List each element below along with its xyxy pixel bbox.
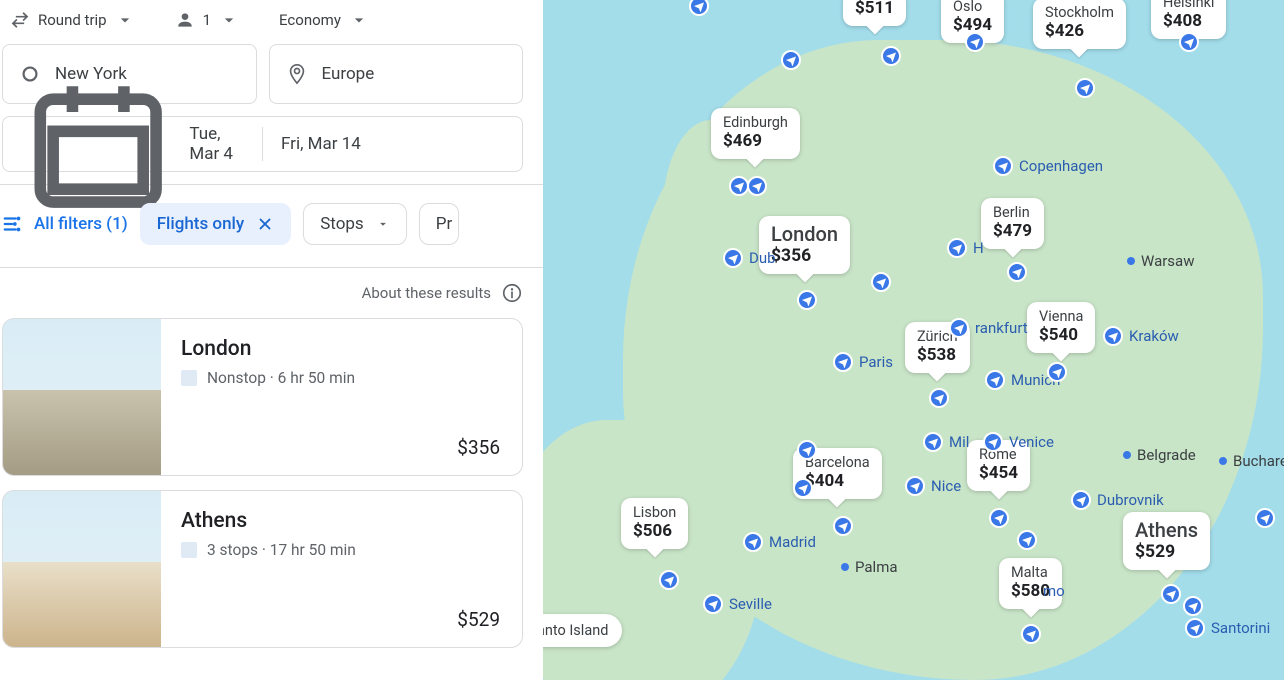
result-card-athens[interactable]: Athens 3 stops · 17 hr 50 min $529 [2, 490, 523, 648]
map-pin[interactable] [793, 478, 813, 498]
swap-icon [10, 10, 30, 30]
chevron-down-icon [376, 217, 390, 231]
result-price: $356 [457, 436, 500, 459]
map-pin[interactable] [871, 272, 891, 292]
map-pin-krakow[interactable]: Kraków [1103, 326, 1179, 346]
result-city: Athens [181, 509, 502, 533]
map-pin-santorini[interactable]: Santorini [1185, 618, 1270, 638]
cabin-selector[interactable]: Economy [273, 6, 375, 34]
passenger-count: 1 [203, 11, 211, 29]
map-pin[interactable] [1047, 362, 1067, 382]
destination-value: Europe [322, 64, 375, 84]
destination-input[interactable]: Europe [269, 44, 524, 104]
chip-stops-label: Stops [320, 214, 364, 234]
map-pin[interactable] [881, 46, 901, 66]
map-pin-copenhagen[interactable]: Copenhagen [993, 156, 1103, 176]
map-pin[interactable] [659, 570, 679, 590]
map-pin[interactable] [1017, 530, 1037, 550]
cabin-label: Economy [279, 11, 341, 29]
trip-type-label: Round trip [38, 11, 107, 29]
map-pin[interactable] [1007, 262, 1027, 282]
map-pin-hamburg[interactable]: H [947, 238, 984, 258]
map-pin[interactable] [797, 290, 817, 310]
date-range-input[interactable]: Tue, Mar 4 Fri, Mar 14 [2, 116, 523, 172]
map-tag-lisbon[interactable]: Lisbon$506 [621, 498, 688, 549]
map-pin[interactable] [1075, 78, 1095, 98]
map-pin[interactable] [1183, 596, 1203, 616]
map-label-belgrade: Belgrade [1123, 446, 1196, 464]
map-pin[interactable] [689, 0, 709, 16]
close-icon[interactable] [256, 215, 274, 233]
map-pin[interactable] [1179, 32, 1199, 52]
result-thumbnail [3, 319, 161, 476]
calendar-icon [21, 67, 175, 221]
chip-price[interactable]: Pr [419, 203, 460, 245]
map-label-warsaw: Warsaw [1127, 252, 1194, 270]
map-pin[interactable] [781, 50, 801, 70]
map-pin-dubrovnik[interactable]: Dubrovnik [1071, 490, 1164, 510]
chevron-down-icon [115, 10, 135, 30]
all-filters-label: All filters (1) [34, 214, 128, 234]
map-tag-athens[interactable]: Athens$529 [1123, 512, 1210, 570]
airline-icon [181, 542, 197, 558]
result-card-london[interactable]: London Nonstop · 6 hr 50 min $356 [2, 318, 523, 476]
map-label-bucharest: Bucharest [1219, 452, 1284, 470]
map-tag-santo[interactable]: anto Island [543, 614, 622, 647]
map-pin-madrid[interactable]: Madrid [743, 532, 816, 552]
search-panel: Round trip 1 Economy New York Europe [0, 0, 543, 680]
map-pin-mo[interactable]: mo [1043, 582, 1065, 600]
airline-icon [181, 370, 197, 386]
filter-icon [2, 213, 24, 235]
result-price: $529 [457, 608, 500, 631]
chip-price-label: Pr [436, 214, 453, 234]
map-tag-stockholm[interactable]: Stockholm$426 [1033, 0, 1126, 49]
return-date[interactable]: Fri, Mar 14 [263, 134, 522, 154]
map-pin-paris[interactable]: Paris [833, 352, 893, 372]
map-pin-milan[interactable]: Mil [923, 432, 969, 452]
chevron-down-icon [349, 10, 369, 30]
map-tag-berlin[interactable]: Berlin$479 [981, 198, 1044, 249]
map-pin[interactable] [729, 176, 749, 196]
map-pin-seville[interactable]: Seville [703, 594, 772, 614]
map-pin[interactable] [1255, 508, 1275, 528]
chevron-down-icon [219, 10, 239, 30]
depart-date[interactable]: Tue, Mar 4 [3, 67, 262, 221]
about-results-text: About these results [362, 284, 491, 302]
map-tag-vienna[interactable]: Vienna$540 [1027, 302, 1095, 353]
result-thumbnail [3, 491, 161, 648]
passengers-selector[interactable]: 1 [169, 6, 245, 34]
map-tag[interactable]: $511 [843, 0, 906, 26]
return-date-value: Fri, Mar 14 [281, 134, 361, 154]
map-pin-frankfurt[interactable]: rankfurt [949, 318, 1028, 338]
map-pin-nice[interactable]: Nice [905, 476, 961, 496]
chip-flights-only-label: Flights only [157, 214, 245, 234]
map-pin[interactable] [747, 176, 767, 196]
map-label-palma: Palma [841, 558, 898, 576]
info-icon[interactable] [501, 282, 523, 304]
map-pin[interactable] [989, 508, 1009, 528]
depart-date-value: Tue, Mar 4 [189, 124, 244, 164]
location-icon [286, 63, 308, 85]
all-filters-button[interactable]: All filters (1) [2, 213, 128, 235]
result-summary: Nonstop · 6 hr 50 min [181, 369, 502, 387]
map-pin[interactable] [833, 516, 853, 536]
map-pin[interactable] [1021, 624, 1041, 644]
result-city: London [181, 337, 502, 361]
map[interactable]: $511 Oslo$494 Stockholm$426 Helsinki$408… [543, 0, 1284, 680]
map-tag-edinburgh[interactable]: Edinburgh$469 [711, 108, 800, 159]
map-pin[interactable] [797, 440, 817, 460]
map-pin[interactable] [1161, 584, 1181, 604]
map-pin[interactable] [929, 388, 949, 408]
person-icon [175, 10, 195, 30]
chip-stops[interactable]: Stops [303, 203, 407, 245]
chip-flights-only[interactable]: Flights only [140, 203, 292, 245]
trip-type-selector[interactable]: Round trip [4, 6, 141, 34]
map-pin-dublin[interactable]: Dub [723, 248, 776, 268]
result-summary: 3 stops · 17 hr 50 min [181, 541, 502, 559]
map-pin[interactable] [965, 32, 985, 52]
map-pin-venice[interactable]: Venice [983, 432, 1054, 452]
